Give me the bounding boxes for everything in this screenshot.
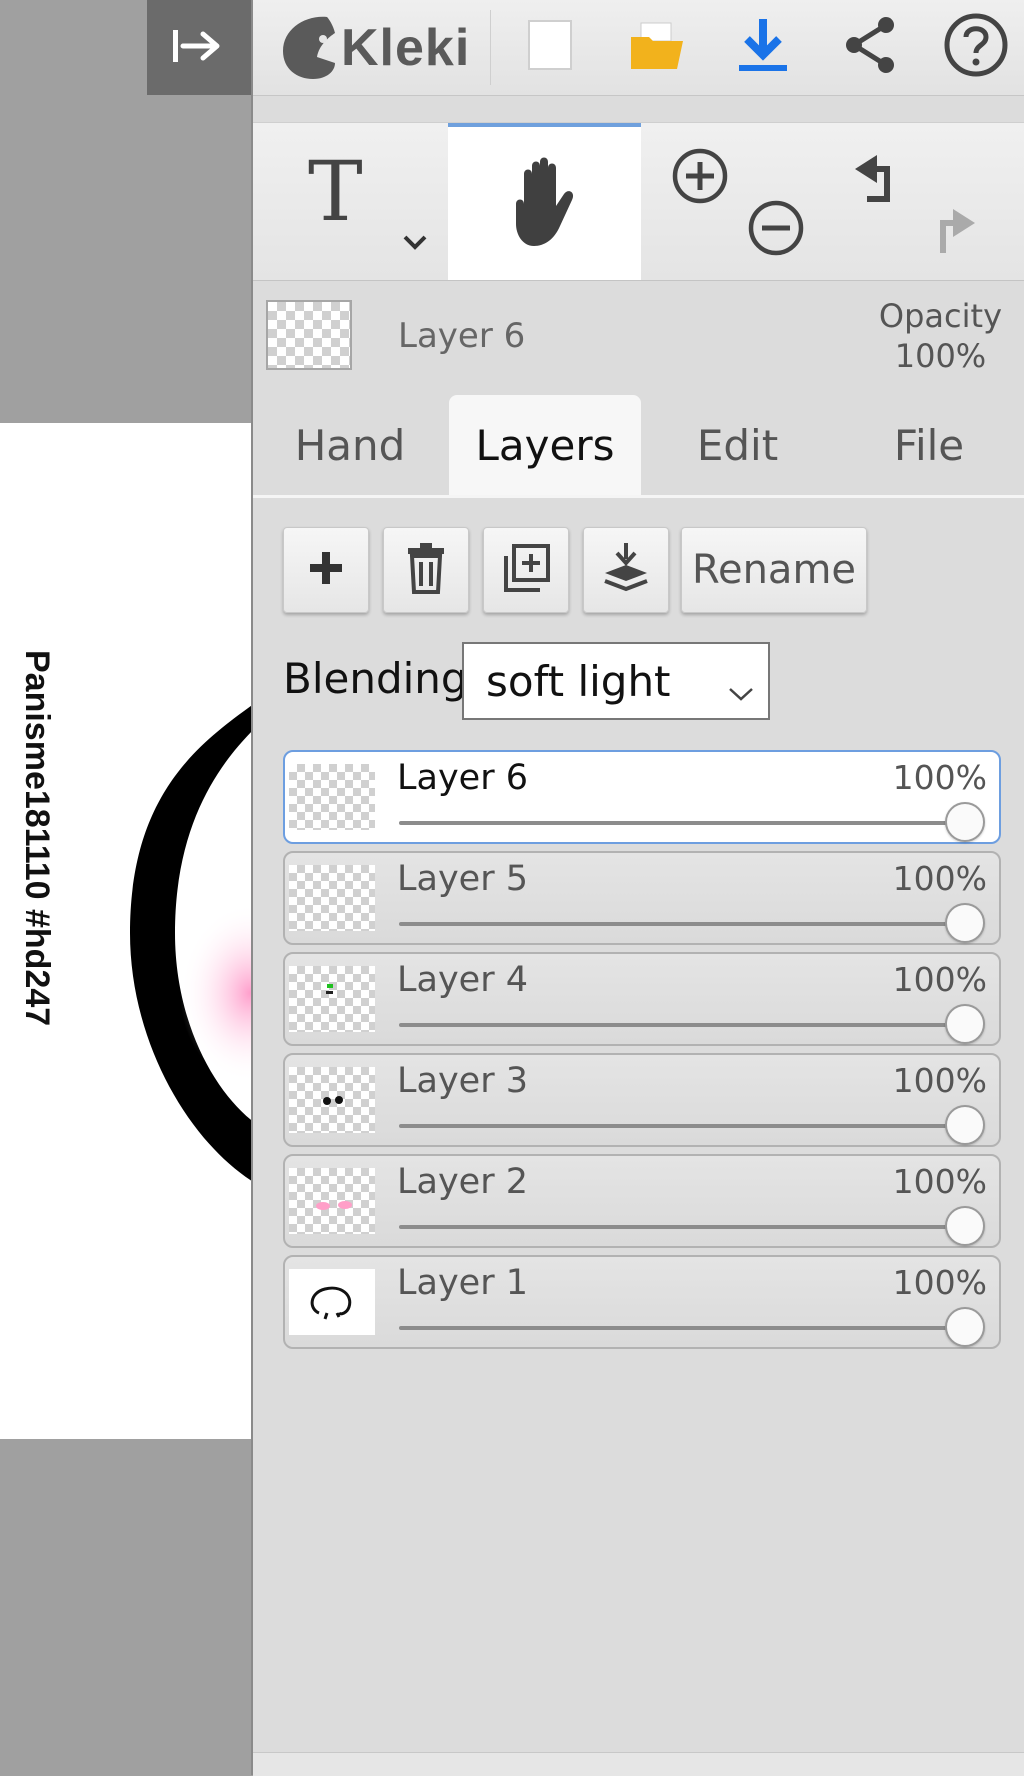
opacity-slider-handle[interactable] <box>945 802 985 842</box>
trash-icon <box>406 542 446 598</box>
tool-row: T <box>253 122 1024 281</box>
zoom-out-icon[interactable] <box>747 199 805 261</box>
canvas-area[interactable]: Panisme181110 #hd247 <box>0 0 251 1775</box>
layer-thumbnail <box>289 1067 375 1133</box>
download-icon <box>735 15 791 79</box>
layer-name: Layer 6 <box>397 758 528 798</box>
current-layer-thumbnail <box>266 300 352 370</box>
app-name: Kleki <box>341 18 471 77</box>
download-button[interactable] <box>728 12 798 82</box>
tab-layers[interactable]: Layers <box>449 395 641 495</box>
layer-thumbnail <box>289 764 375 830</box>
app-logo[interactable]: Kleki <box>277 10 492 85</box>
tab-edit[interactable]: Edit <box>641 395 834 495</box>
current-layer-opacity: Opacity 100% <box>879 296 1002 376</box>
layer-thumbnail <box>289 865 375 931</box>
hand-icon <box>502 154 588 254</box>
new-image-button[interactable] <box>515 12 585 82</box>
layer-name: Layer 5 <box>397 859 528 899</box>
canvas-watermark: Panisme181110 #hd247 <box>18 650 56 1027</box>
opacity-slider-handle[interactable] <box>945 1105 985 1145</box>
open-folder-icon <box>627 19 687 75</box>
text-tool-button[interactable]: T <box>253 123 448 280</box>
kleki-logo-icon <box>277 11 339 85</box>
opacity-slider-track[interactable] <box>399 922 969 926</box>
layer-row-6[interactable]: Layer 6 100% <box>283 750 1001 844</box>
new-image-icon <box>527 19 573 75</box>
duplicate-icon <box>500 542 552 598</box>
layer-row-1[interactable]: Layer 1 100% <box>283 1255 1001 1349</box>
layer-opacity: 100% <box>892 1162 987 1201</box>
opacity-slider-track[interactable] <box>399 1023 969 1027</box>
tab-file[interactable]: File <box>834 395 1024 495</box>
hand-tool-button[interactable] <box>448 123 641 280</box>
share-icon <box>842 15 898 79</box>
opacity-value: 100% <box>894 337 987 375</box>
zoom-in-icon[interactable] <box>671 147 729 209</box>
opacity-slider-track[interactable] <box>399 1326 969 1330</box>
blending-value: soft light <box>486 656 671 706</box>
layer-opacity: 100% <box>892 859 987 898</box>
delete-layer-button[interactable] <box>383 527 469 613</box>
layer-thumbnail <box>289 1168 375 1234</box>
opacity-label: Opacity <box>878 297 1002 335</box>
layer-opacity: 100% <box>892 1061 987 1100</box>
sidebar-toggle-icon <box>169 26 229 70</box>
opacity-slider-track[interactable] <box>399 821 969 825</box>
layer-name: Layer 2 <box>397 1162 528 1202</box>
layer-name: Layer 3 <box>397 1061 528 1101</box>
layer-name: Layer 4 <box>397 960 528 1000</box>
layer-row-3[interactable]: Layer 3 100% <box>283 1053 1001 1147</box>
text-tool-icon: T <box>308 145 363 240</box>
open-file-button[interactable] <box>622 12 692 82</box>
undo-icon[interactable] <box>847 147 907 211</box>
plus-icon <box>306 548 346 592</box>
opacity-slider-track[interactable] <box>399 1225 969 1229</box>
merge-down-button[interactable] <box>583 527 669 613</box>
share-button[interactable] <box>835 12 905 82</box>
zoom-controls <box>641 123 831 280</box>
layer-row-4[interactable]: Layer 4 100% <box>283 952 1001 1046</box>
current-layer-name: Layer 6 <box>398 316 526 356</box>
side-panel: Kleki T Layer 6 Opacity 100% Hand Layers… <box>251 0 1024 1776</box>
layer-opacity: 100% <box>892 960 987 999</box>
bottom-strip <box>253 1752 1024 1776</box>
tab-bar: Hand Layers Edit File <box>253 395 1024 498</box>
layer-opacity: 100% <box>892 1263 987 1302</box>
help-icon <box>943 12 1009 82</box>
layer-row-2[interactable]: Layer 2 100% <box>283 1154 1001 1248</box>
redo-icon[interactable] <box>923 201 983 265</box>
opacity-slider-handle[interactable] <box>945 1307 985 1347</box>
history-controls <box>831 123 1024 280</box>
layer-opacity: 100% <box>892 758 987 797</box>
chevron-down-icon <box>726 666 756 715</box>
layer-thumbnail <box>289 966 375 1032</box>
chevron-down-icon[interactable] <box>401 233 429 255</box>
top-toolbar: Kleki <box>253 0 1024 96</box>
help-button[interactable] <box>941 12 1011 82</box>
blending-select[interactable]: soft light <box>462 642 770 720</box>
toggle-panel-button[interactable] <box>147 0 251 95</box>
rename-layer-button[interactable]: Rename <box>681 527 867 613</box>
duplicate-layer-button[interactable] <box>483 527 569 613</box>
tab-hand[interactable]: Hand <box>253 395 447 495</box>
opacity-slider-track[interactable] <box>399 1124 969 1128</box>
layer-row-5[interactable]: Layer 5 100% <box>283 851 1001 945</box>
opacity-slider-handle[interactable] <box>945 1004 985 1044</box>
add-layer-button[interactable] <box>283 527 369 613</box>
layer-thumbnail <box>289 1269 375 1335</box>
blending-label: Blending <box>283 654 468 703</box>
layer-name: Layer 1 <box>397 1263 528 1303</box>
opacity-slider-handle[interactable] <box>945 903 985 943</box>
merge-down-icon <box>601 541 651 599</box>
current-layer-info: Layer 6 Opacity 100% <box>253 280 1024 390</box>
opacity-slider-handle[interactable] <box>945 1206 985 1246</box>
